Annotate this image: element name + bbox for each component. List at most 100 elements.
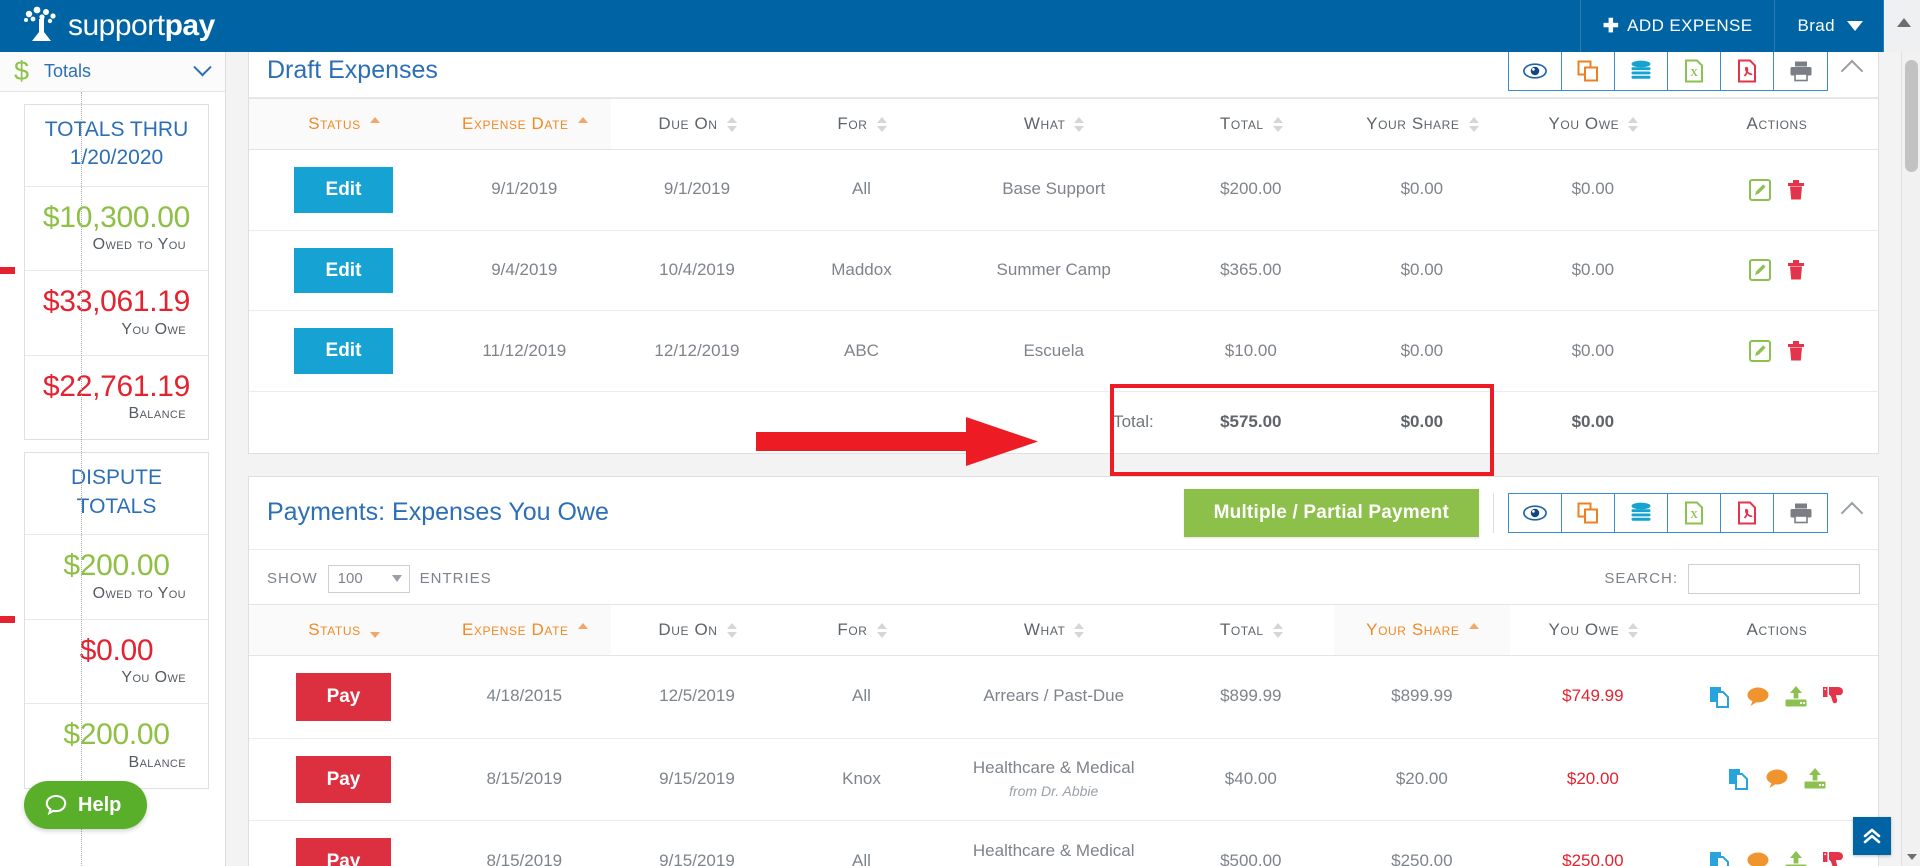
eye-icon-button[interactable]	[1509, 493, 1562, 532]
database-icon-button[interactable]	[1615, 52, 1668, 90]
totals-balance-amount: $22,761.19	[42, 369, 191, 403]
comment-icon[interactable]	[1765, 768, 1789, 790]
dispute-you-owe-amount: $0.00	[79, 633, 154, 667]
payments-col-total[interactable]: Total	[1167, 603, 1334, 656]
payments-col-due-on[interactable]: Due On	[610, 603, 784, 656]
sort-icon	[1468, 117, 1479, 133]
vertical-scrollbar[interactable]	[1901, 52, 1920, 866]
copy-file-icon[interactable]	[1708, 685, 1732, 709]
sort-icon	[876, 117, 887, 133]
upload-icon[interactable]	[1803, 767, 1827, 791]
draft-row-actions	[1675, 310, 1878, 392]
scrollbar-thumb[interactable]	[1905, 60, 1918, 172]
timeline-marker	[0, 615, 15, 623]
copy-icon-button[interactable]	[1562, 52, 1615, 90]
edit-button[interactable]: Edit	[293, 247, 394, 294]
scrollbar-up-arrow[interactable]	[1897, 18, 1911, 27]
pdf-export-button[interactable]	[1721, 52, 1774, 90]
draft-col-for[interactable]: For	[783, 98, 940, 150]
copy-file-icon[interactable]	[1708, 850, 1732, 866]
pay-button[interactable]: Pay	[295, 838, 392, 866]
collapse-panel-icon[interactable]	[1840, 59, 1864, 82]
sort-icon	[1074, 117, 1085, 133]
logo[interactable]: supportpay	[0, 0, 215, 52]
pay-button[interactable]: Pay	[295, 755, 392, 804]
draft-col-due-on[interactable]: Due On	[610, 98, 784, 150]
copy-file-icon[interactable]	[1727, 767, 1751, 791]
payments-col-your-share[interactable]: Your Share	[1333, 603, 1510, 656]
multiple-partial-payment-button[interactable]: Multiple / Partial Payment	[1183, 488, 1479, 537]
scrollbar-down-arrow[interactable]	[1902, 847, 1920, 866]
draft-total-your-share: $0.00	[1400, 411, 1444, 431]
totals-you-owe-amount: $33,061.19	[42, 285, 191, 319]
payments-col-expense-date[interactable]: Expense Date	[437, 603, 611, 656]
payments-row-your-share: $20.00	[1333, 738, 1510, 822]
scroll-to-top-button[interactable]	[1853, 817, 1891, 855]
payments-row-for: Knox	[783, 738, 940, 822]
draft-col-you-owe[interactable]: You Owe	[1509, 98, 1676, 150]
collapse-panel-icon[interactable]	[1840, 501, 1864, 525]
add-expense-button[interactable]: ✚ ADD EXPENSE	[1579, 0, 1775, 52]
database-icon-button[interactable]	[1615, 493, 1668, 532]
add-expense-label: ADD EXPENSE	[1627, 16, 1753, 35]
svg-text:X: X	[1690, 510, 1698, 521]
dispute-owed-to-you-amount: $200.00	[63, 549, 170, 583]
print-button[interactable]	[1774, 52, 1827, 90]
payments-col-for[interactable]: For	[783, 603, 940, 656]
print-icon	[1790, 503, 1811, 524]
search-input[interactable]	[1688, 563, 1860, 594]
draft-col-expense-date[interactable]: Expense Date	[437, 98, 611, 150]
print-button[interactable]	[1774, 493, 1827, 532]
delete-trash-icon[interactable]	[1786, 178, 1806, 202]
pdf-export-button[interactable]	[1721, 493, 1774, 532]
draft-row-your-share: $0.00	[1333, 149, 1510, 231]
user-menu-button[interactable]: Brad	[1774, 0, 1883, 52]
delete-trash-icon[interactable]	[1786, 339, 1806, 363]
entries-select[interactable]: 100	[327, 564, 410, 593]
draft-panel-title: Draft Expenses	[267, 56, 438, 84]
delete-trash-icon[interactable]	[1786, 258, 1806, 282]
upload-icon[interactable]	[1784, 850, 1808, 866]
draft-row-total: $200.00	[1167, 149, 1334, 231]
upload-icon[interactable]	[1784, 685, 1808, 709]
draft-col-what[interactable]: What	[939, 98, 1168, 150]
draft-col-total[interactable]: Total	[1167, 98, 1334, 150]
payments-table-body: Pay 4/18/2015 12/5/2019 All Arrears / Pa…	[249, 655, 1878, 866]
excel-export-button[interactable]: X	[1668, 493, 1721, 532]
comment-icon[interactable]	[1746, 851, 1770, 866]
help-button[interactable]: Help	[24, 781, 148, 829]
draft-row-what: Base Support	[939, 149, 1168, 231]
edit-pencil-icon[interactable]	[1748, 178, 1772, 202]
chevron-down-icon[interactable]	[193, 58, 212, 77]
what-label: Healthcare & Medical	[972, 758, 1135, 778]
dispute-balance-amount: $200.00	[63, 718, 170, 752]
excel-export-button[interactable]: X	[1668, 52, 1721, 90]
draft-row-due-on: 10/4/2019	[610, 230, 784, 312]
draft-row-status: Edit	[249, 149, 438, 231]
dispute-totals-card: DISPUTE TOTALS $200.00 Owed to You $0.00…	[0, 452, 209, 789]
dispute-card-title: DISPUTE TOTALS	[25, 453, 208, 536]
dispute-icon[interactable]	[1822, 850, 1846, 866]
draft-col-status[interactable]: Status	[249, 98, 438, 150]
payments-col-what[interactable]: What	[939, 603, 1168, 656]
draft-col-your-share[interactable]: Your Share	[1333, 98, 1510, 150]
copy-icon-button[interactable]	[1562, 493, 1615, 532]
edit-button[interactable]: Edit	[293, 328, 394, 374]
payments-col-status[interactable]: Status	[249, 603, 438, 656]
sort-icon	[369, 623, 380, 638]
payments-col-you-owe[interactable]: You Owe	[1509, 603, 1676, 656]
edit-pencil-icon[interactable]	[1748, 339, 1772, 363]
edit-button[interactable]: Edit	[293, 167, 394, 213]
draft-row-total: $365.00	[1167, 230, 1334, 312]
totals-you-owe-label: You Owe	[121, 320, 186, 338]
payments-row-due-on: 9/15/2019	[610, 738, 784, 822]
eye-icon	[1523, 505, 1547, 521]
pay-button[interactable]: Pay	[295, 672, 392, 721]
sidebar-totals-header[interactable]: $ Totals	[0, 52, 225, 92]
payments-row-actions	[1675, 820, 1878, 866]
edit-pencil-icon[interactable]	[1748, 258, 1772, 282]
comment-icon[interactable]	[1746, 686, 1770, 708]
dispute-icon[interactable]	[1822, 685, 1846, 709]
eye-icon-button[interactable]	[1509, 52, 1562, 90]
